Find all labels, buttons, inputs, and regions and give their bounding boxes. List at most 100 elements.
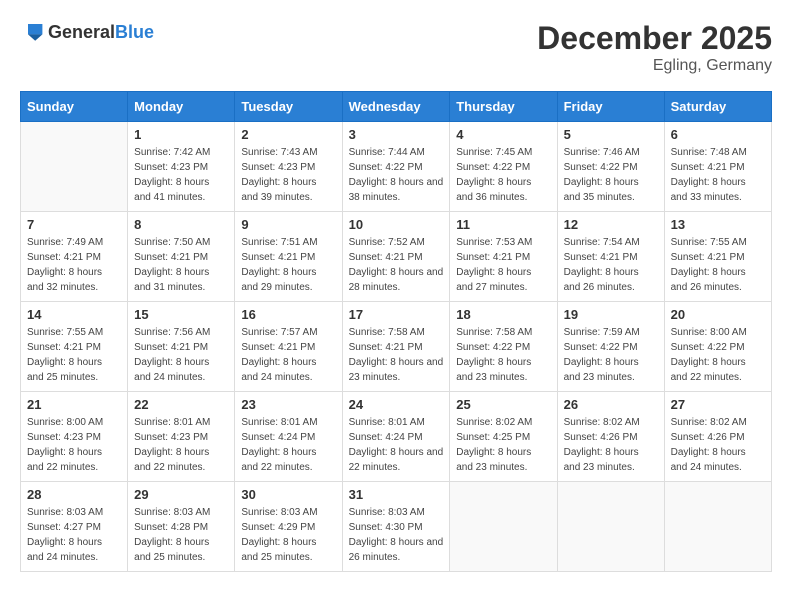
day-info: Sunrise: 8:00 AMSunset: 4:23 PMDaylight:… <box>27 415 121 475</box>
calendar-cell: 28 Sunrise: 8:03 AMSunset: 4:27 PMDayligh… <box>21 482 128 572</box>
day-number: 20 <box>671 307 765 322</box>
day-info: Sunrise: 8:01 AMSunset: 4:24 PMDaylight:… <box>349 415 444 475</box>
calendar-table: SundayMondayTuesdayWednesdayThursdayFrid… <box>20 91 772 572</box>
day-number: 29 <box>134 487 228 502</box>
day-info: Sunrise: 7:43 AMSunset: 4:23 PMDaylight:… <box>241 145 335 205</box>
calendar-cell: 16 Sunrise: 7:57 AMSunset: 4:21 PMDayligh… <box>235 302 342 392</box>
day-number: 27 <box>671 397 765 412</box>
calendar-cell: 29 Sunrise: 8:03 AMSunset: 4:28 PMDayligh… <box>128 482 235 572</box>
calendar-header-row: SundayMondayTuesdayWednesdayThursdayFrid… <box>21 92 772 122</box>
calendar-cell: 23 Sunrise: 8:01 AMSunset: 4:24 PMDayligh… <box>235 392 342 482</box>
day-number: 7 <box>27 217 121 232</box>
calendar-cell: 26Sunrise: 8:02 AMSunset: 4:26 PMDayligh… <box>557 392 664 482</box>
day-info: Sunrise: 7:48 AMSunset: 4:21 PMDaylight:… <box>671 145 765 205</box>
day-number: 12 <box>564 217 658 232</box>
day-number: 10 <box>349 217 444 232</box>
column-header-thursday: Thursday <box>450 92 557 122</box>
day-number: 2 <box>241 127 335 142</box>
day-number: 8 <box>134 217 228 232</box>
day-number: 3 <box>349 127 444 142</box>
calendar-cell: 20 Sunrise: 8:00 AMSunset: 4:22 PMDayligh… <box>664 302 771 392</box>
day-info: Sunrise: 8:03 AMSunset: 4:29 PMDaylight:… <box>241 505 335 565</box>
calendar-cell: 17Sunrise: 7:58 AMSunset: 4:21 PMDayligh… <box>342 302 450 392</box>
calendar-cell: 7Sunrise: 7:49 AMSunset: 4:21 PMDaylight… <box>21 212 128 302</box>
day-info: Sunrise: 7:57 AMSunset: 4:21 PMDaylight:… <box>241 325 335 385</box>
day-number: 5 <box>564 127 658 142</box>
day-number: 14 <box>27 307 121 322</box>
calendar-cell: 31 Sunrise: 8:03 AMSunset: 4:30 PMDayligh… <box>342 482 450 572</box>
calendar-cell: 18 Sunrise: 7:58 AMSunset: 4:22 PMDayligh… <box>450 302 557 392</box>
day-number: 26 <box>564 397 658 412</box>
day-info: Sunrise: 7:58 AMSunset: 4:22 PMDaylight:… <box>456 325 550 385</box>
day-info: Sunrise: 8:03 AMSunset: 4:28 PMDaylight:… <box>134 505 228 565</box>
day-info: Sunrise: 7:46 AMSunset: 4:22 PMDaylight:… <box>564 145 658 205</box>
month-title: December 2025 <box>537 20 772 57</box>
calendar-cell <box>557 482 664 572</box>
day-info: Sunrise: 7:51 AMSunset: 4:21 PMDaylight:… <box>241 235 335 295</box>
calendar-cell <box>450 482 557 572</box>
calendar-cell: 9 Sunrise: 7:51 AMSunset: 4:21 PMDaylight… <box>235 212 342 302</box>
calendar-cell: 13 Sunrise: 7:55 AMSunset: 4:21 PMDayligh… <box>664 212 771 302</box>
logo: GeneralBlue <box>20 20 154 44</box>
day-info: Sunrise: 7:54 AMSunset: 4:21 PMDaylight:… <box>564 235 658 295</box>
day-number: 6 <box>671 127 765 142</box>
day-number: 9 <box>241 217 335 232</box>
week-row-5: 28 Sunrise: 8:03 AMSunset: 4:27 PMDayligh… <box>21 482 772 572</box>
calendar-cell <box>21 122 128 212</box>
day-number: 30 <box>241 487 335 502</box>
logo-general-text: General <box>48 22 115 42</box>
day-info: Sunrise: 7:55 AMSunset: 4:21 PMDaylight:… <box>27 325 121 385</box>
day-number: 23 <box>241 397 335 412</box>
day-info: Sunrise: 8:01 AMSunset: 4:23 PMDaylight:… <box>134 415 228 475</box>
calendar-cell: 12 Sunrise: 7:54 AMSunset: 4:21 PMDayligh… <box>557 212 664 302</box>
column-header-saturday: Saturday <box>664 92 771 122</box>
week-row-2: 7Sunrise: 7:49 AMSunset: 4:21 PMDaylight… <box>21 212 772 302</box>
calendar-cell: 25Sunrise: 8:02 AMSunset: 4:25 PMDayligh… <box>450 392 557 482</box>
week-row-4: 21Sunrise: 8:00 AMSunset: 4:23 PMDayligh… <box>21 392 772 482</box>
logo-icon <box>20 20 44 44</box>
column-header-sunday: Sunday <box>21 92 128 122</box>
day-info: Sunrise: 8:02 AMSunset: 4:26 PMDaylight:… <box>671 415 765 475</box>
calendar-cell: 6 Sunrise: 7:48 AMSunset: 4:21 PMDaylight… <box>664 122 771 212</box>
day-info: Sunrise: 7:45 AMSunset: 4:22 PMDaylight:… <box>456 145 550 205</box>
day-number: 4 <box>456 127 550 142</box>
calendar-cell: 4 Sunrise: 7:45 AMSunset: 4:22 PMDaylight… <box>450 122 557 212</box>
day-info: Sunrise: 7:42 AMSunset: 4:23 PMDaylight:… <box>134 145 228 205</box>
day-number: 17 <box>349 307 444 322</box>
day-number: 24 <box>349 397 444 412</box>
day-number: 31 <box>349 487 444 502</box>
day-info: Sunrise: 7:53 AMSunset: 4:21 PMDaylight:… <box>456 235 550 295</box>
day-info: Sunrise: 7:50 AMSunset: 4:21 PMDaylight:… <box>134 235 228 295</box>
day-info: Sunrise: 7:55 AMSunset: 4:21 PMDaylight:… <box>671 235 765 295</box>
day-info: Sunrise: 8:00 AMSunset: 4:22 PMDaylight:… <box>671 325 765 385</box>
calendar-cell: 10Sunrise: 7:52 AMSunset: 4:21 PMDayligh… <box>342 212 450 302</box>
location-text: Egling, Germany <box>537 57 772 75</box>
day-info: Sunrise: 8:03 AMSunset: 4:30 PMDaylight:… <box>349 505 444 565</box>
logo-blue-text: Blue <box>115 22 154 42</box>
day-number: 11 <box>456 217 550 232</box>
day-info: Sunrise: 7:56 AMSunset: 4:21 PMDaylight:… <box>134 325 228 385</box>
day-info: Sunrise: 7:44 AMSunset: 4:22 PMDaylight:… <box>349 145 444 205</box>
calendar-cell: 21Sunrise: 8:00 AMSunset: 4:23 PMDayligh… <box>21 392 128 482</box>
day-number: 28 <box>27 487 121 502</box>
day-info: Sunrise: 7:59 AMSunset: 4:22 PMDaylight:… <box>564 325 658 385</box>
calendar-cell: 2 Sunrise: 7:43 AMSunset: 4:23 PMDaylight… <box>235 122 342 212</box>
day-number: 1 <box>134 127 228 142</box>
calendar-cell: 30 Sunrise: 8:03 AMSunset: 4:29 PMDayligh… <box>235 482 342 572</box>
day-number: 15 <box>134 307 228 322</box>
week-row-3: 14 Sunrise: 7:55 AMSunset: 4:21 PMDayligh… <box>21 302 772 392</box>
day-number: 19 <box>564 307 658 322</box>
day-number: 16 <box>241 307 335 322</box>
day-number: 18 <box>456 307 550 322</box>
column-header-wednesday: Wednesday <box>342 92 450 122</box>
day-info: Sunrise: 8:01 AMSunset: 4:24 PMDaylight:… <box>241 415 335 475</box>
day-number: 13 <box>671 217 765 232</box>
column-header-monday: Monday <box>128 92 235 122</box>
calendar-cell: 11 Sunrise: 7:53 AMSunset: 4:21 PMDayligh… <box>450 212 557 302</box>
calendar-cell: 3 Sunrise: 7:44 AMSunset: 4:22 PMDaylight… <box>342 122 450 212</box>
calendar-cell: 14 Sunrise: 7:55 AMSunset: 4:21 PMDayligh… <box>21 302 128 392</box>
page-header: GeneralBlue December 2025 Egling, German… <box>20 20 772 75</box>
day-info: Sunrise: 8:03 AMSunset: 4:27 PMDaylight:… <box>27 505 121 565</box>
calendar-cell: 19 Sunrise: 7:59 AMSunset: 4:22 PMDayligh… <box>557 302 664 392</box>
calendar-cell: 1 Sunrise: 7:42 AMSunset: 4:23 PMDaylight… <box>128 122 235 212</box>
